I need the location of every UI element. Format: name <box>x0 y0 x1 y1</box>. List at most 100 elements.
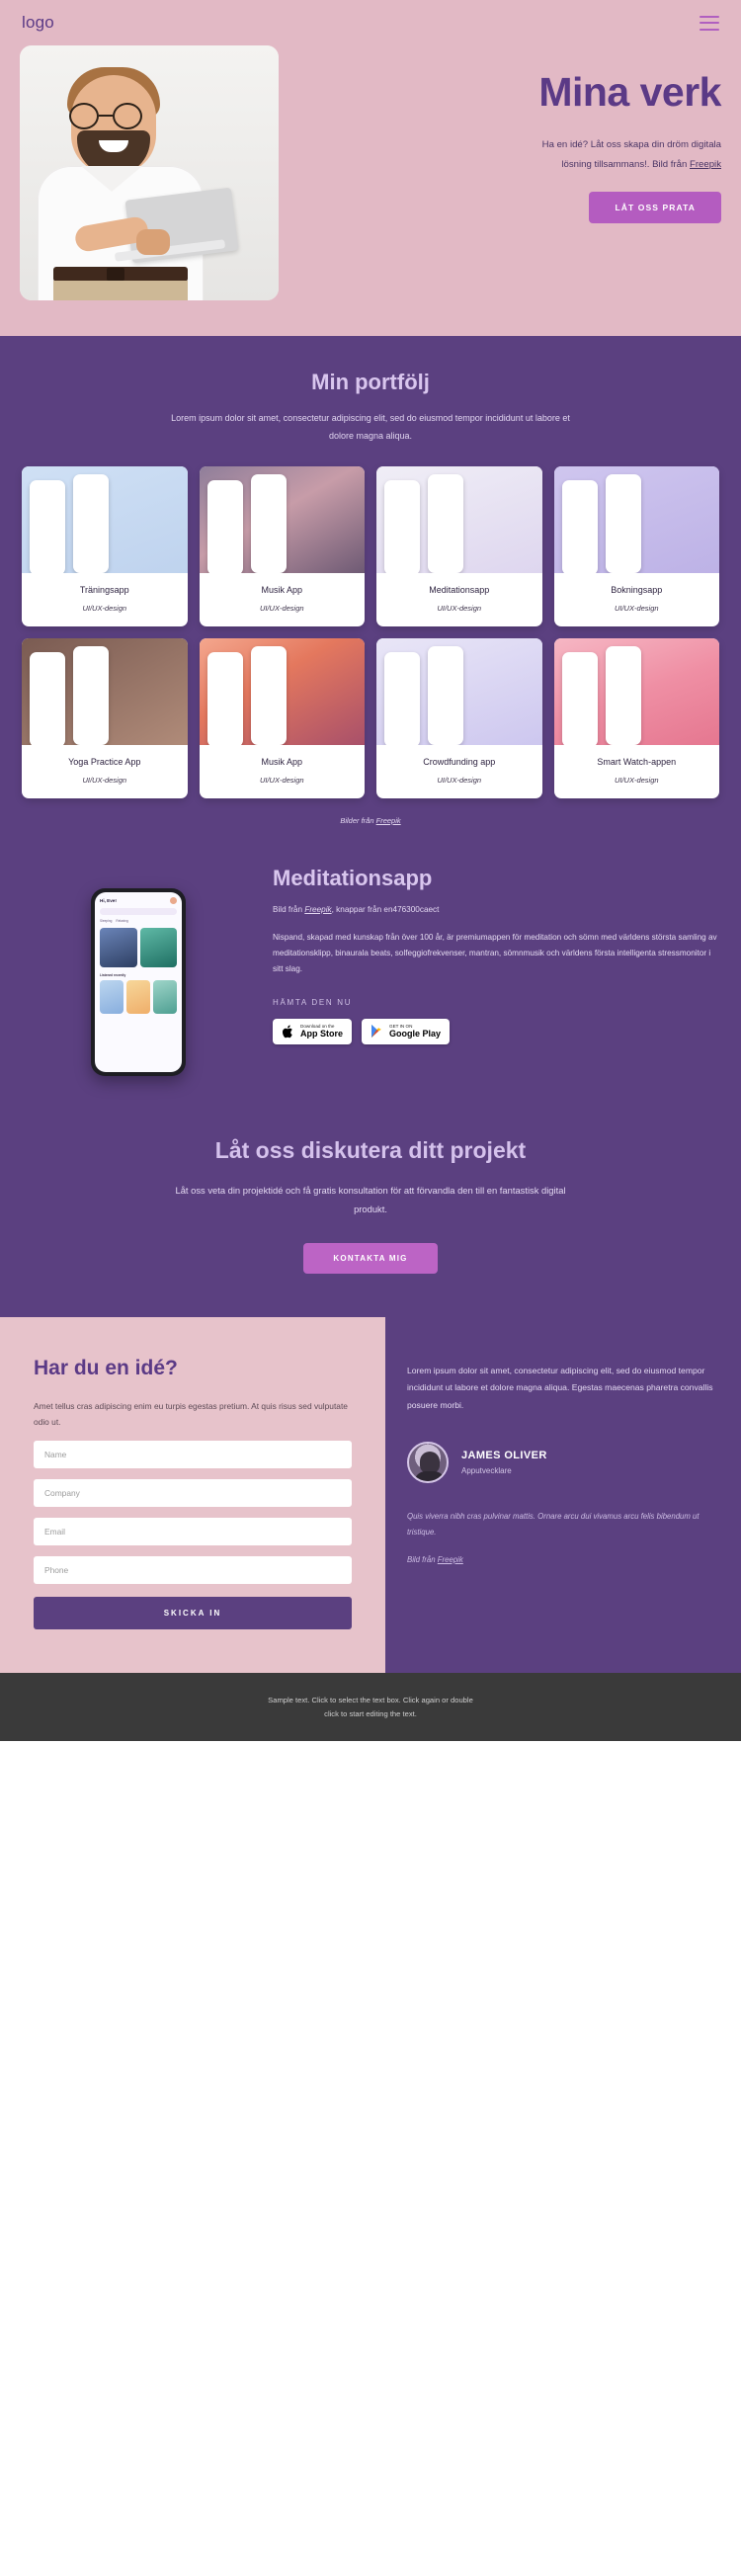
testimonial-secondary-text: Quis viverra nibh cras pulvinar mattis. … <box>407 1512 700 1537</box>
portfolio-card-image <box>22 466 188 573</box>
phone-section-label: Listened recently <box>100 973 126 977</box>
meditation-credit-pre: Bild från <box>273 904 305 914</box>
portfolio-card-title: Smart Watch-appen <box>597 757 677 767</box>
freepik-link-hero[interactable]: Freepik <box>690 159 721 170</box>
phone-card-flower <box>126 980 150 1014</box>
freepik-link-meditation[interactable]: Freepik <box>304 905 331 914</box>
portfolio-card[interactable]: Bokningsapp UI/UX-design <box>553 466 719 626</box>
phone-tile-forest <box>139 928 177 967</box>
discuss-title: Låt oss diskutera ditt projekt <box>214 1137 527 1163</box>
name-input[interactable] <box>34 1441 352 1469</box>
phone-avatar-icon <box>170 897 177 904</box>
portfolio-card-category: UI/UX-design <box>614 604 659 613</box>
portfolio-card-title: Musik App <box>261 585 303 595</box>
email-input[interactable] <box>34 1518 352 1546</box>
idea-contact-section: Har du en idé? Amet tellus cras adipisci… <box>0 1316 741 1674</box>
portfolio-card-title: Träningsapp <box>79 585 129 595</box>
idea-title: Har du en idé? <box>34 1356 178 1379</box>
hero-cta-button[interactable]: LÅT OSS PRATA <box>589 191 721 223</box>
portfolio-section: Min portfölj Lorem ipsum dolor sit amet,… <box>0 336 741 855</box>
portfolio-card-category: UI/UX-design <box>437 776 482 785</box>
portfolio-card-category: UI/UX-design <box>259 604 304 613</box>
portfolio-grid: Träningsapp UI/UX-design Musik App UI/UX-de… <box>0 466 741 798</box>
portfolio-card[interactable]: Musik App UI/UX-design <box>199 638 365 798</box>
portfolio-card-image <box>22 638 188 745</box>
portfolio-card-category: UI/UX-design <box>82 604 127 613</box>
meditation-credit: Bild från Freepik, knappar från en476300… <box>273 905 719 914</box>
portfolio-title: Min portfölj <box>311 370 430 394</box>
portfolio-card-title: Bokningsapp <box>611 585 663 595</box>
portfolio-card-image <box>376 466 542 573</box>
testimonial-author: JAMES OLIVER Apputvecklare <box>407 1442 715 1484</box>
portfolio-card-title: Crowdfunding app <box>423 757 496 767</box>
portfolio-card-image <box>553 466 719 573</box>
portfolio-card-image <box>376 638 542 745</box>
portfolio-card[interactable]: Yoga Practice App UI/UX-design <box>22 638 188 798</box>
phone-tile-mountain <box>100 928 137 967</box>
app-store-big-label: App Store <box>300 1029 344 1039</box>
meditation-phone-mockup: Hi, Eve! Sleeping Relaxing Listened rece… <box>91 888 186 1076</box>
company-input[interactable] <box>34 1479 352 1508</box>
apple-icon <box>283 1025 292 1039</box>
portfolio-card[interactable]: Crowdfunding app UI/UX-design <box>376 638 542 798</box>
portfolio-card-category: UI/UX-design <box>259 776 304 785</box>
page-footer: Sample text. Click to select the text bo… <box>0 1673 741 1741</box>
top-navigation-bar: logo <box>0 0 741 45</box>
submit-button[interactable]: SKICKA IN <box>34 1597 352 1630</box>
contact-form-panel: Har du en idé? Amet tellus cras adipisci… <box>0 1316 385 1674</box>
meditation-download-label: HÄMTA DEN NU <box>273 997 353 1007</box>
footer-line-2: click to start editing the text. <box>324 1708 417 1718</box>
discuss-project-section: Låt oss diskutera ditt projekt Låt oss v… <box>0 1116 741 1317</box>
portfolio-card[interactable]: Meditationsapp UI/UX-design <box>376 466 542 626</box>
meditation-phone-wrapper: Hi, Eve! Sleeping Relaxing Listened rece… <box>22 863 255 1076</box>
meditation-credit-post: , knappar från en476300caect <box>331 904 440 914</box>
hero-subtitle-line2: lösning tillsammans!. Bild från <box>561 158 690 170</box>
testimonial-credit-pre: Bild från <box>407 1554 438 1564</box>
contact-me-button[interactable]: KONTAKTA MIG <box>303 1242 438 1274</box>
hero-section: logo Mina verk Ha en idé? Låt oss skapa … <box>0 0 741 336</box>
portfolio-card-image <box>553 638 719 745</box>
freepik-link-portfolio[interactable]: Freepik <box>376 816 401 825</box>
hero-title: Mina verk <box>538 69 721 115</box>
discuss-subtitle: Låt oss veta din projektidé och få grati… <box>175 1185 566 1214</box>
hero-photo <box>20 45 279 300</box>
hero-subtitle-line1: Ha en idé? Låt oss skapa din dröm digita… <box>541 139 721 151</box>
portfolio-card-category: UI/UX-design <box>82 776 127 785</box>
footer-line-1: Sample text. Click to select the text bo… <box>268 1696 473 1705</box>
portfolio-card-title: Yoga Practice App <box>68 757 141 767</box>
testimonial-panel: Lorem ipsum dolor sit amet, consectetur … <box>385 1317 741 1674</box>
meditation-body-text: Nispand, skapad med kunskap från över 10… <box>273 932 717 974</box>
portfolio-card-image <box>199 466 365 573</box>
idea-description: Amet tellus cras adipiscing enim eu turp… <box>34 1400 348 1428</box>
meditation-app-section: Hi, Eve! Sleeping Relaxing Listened rece… <box>0 855 741 1116</box>
portfolio-credit: Bilder från Freepik <box>0 816 741 825</box>
freepik-link-testimonial[interactable]: Freepik <box>438 1555 463 1564</box>
store-badges: Download on the App Store GET IN ON Goog… <box>273 1018 719 1044</box>
author-name: JAMES OLIVER <box>461 1450 547 1462</box>
phone-greeting: Hi, Eve! <box>100 898 117 903</box>
phone-tab-relaxing: Relaxing <box>116 919 128 923</box>
portfolio-card[interactable]: Träningsapp UI/UX-design <box>22 466 188 626</box>
phone-search-bar <box>100 908 177 915</box>
portfolio-card-category: UI/UX-design <box>437 604 482 613</box>
hero-subtitle: Ha en idé? Låt oss skapa din dröm digita… <box>296 135 721 173</box>
portfolio-subtitle: Lorem ipsum dolor sit amet, consectetur … <box>171 413 570 441</box>
author-role: Apputvecklare <box>461 1466 512 1476</box>
google-play-big-label: Google Play <box>389 1029 442 1039</box>
portfolio-card-image <box>199 638 365 745</box>
portfolio-credit-text: Bilder från <box>340 816 376 825</box>
portfolio-card[interactable]: Musik App UI/UX-design <box>199 466 365 626</box>
phone-tab-sleeping: Sleeping <box>100 919 113 923</box>
hamburger-menu-icon[interactable] <box>700 15 719 31</box>
portfolio-card-title: Meditationsapp <box>429 585 490 595</box>
portfolio-card-category: UI/UX-design <box>614 776 659 785</box>
site-logo[interactable]: logo <box>22 13 54 33</box>
meditation-title: Meditationsapp <box>273 866 433 890</box>
phone-card-quiet <box>153 980 177 1014</box>
portfolio-card[interactable]: Smart Watch-appen UI/UX-design <box>553 638 719 798</box>
portfolio-card-title: Musik App <box>261 757 303 767</box>
avatar <box>407 1442 449 1484</box>
phone-input[interactable] <box>34 1556 352 1585</box>
app-store-badge[interactable]: Download on the App Store <box>273 1018 353 1044</box>
google-play-badge[interactable]: GET IN ON Google Play <box>362 1018 451 1044</box>
